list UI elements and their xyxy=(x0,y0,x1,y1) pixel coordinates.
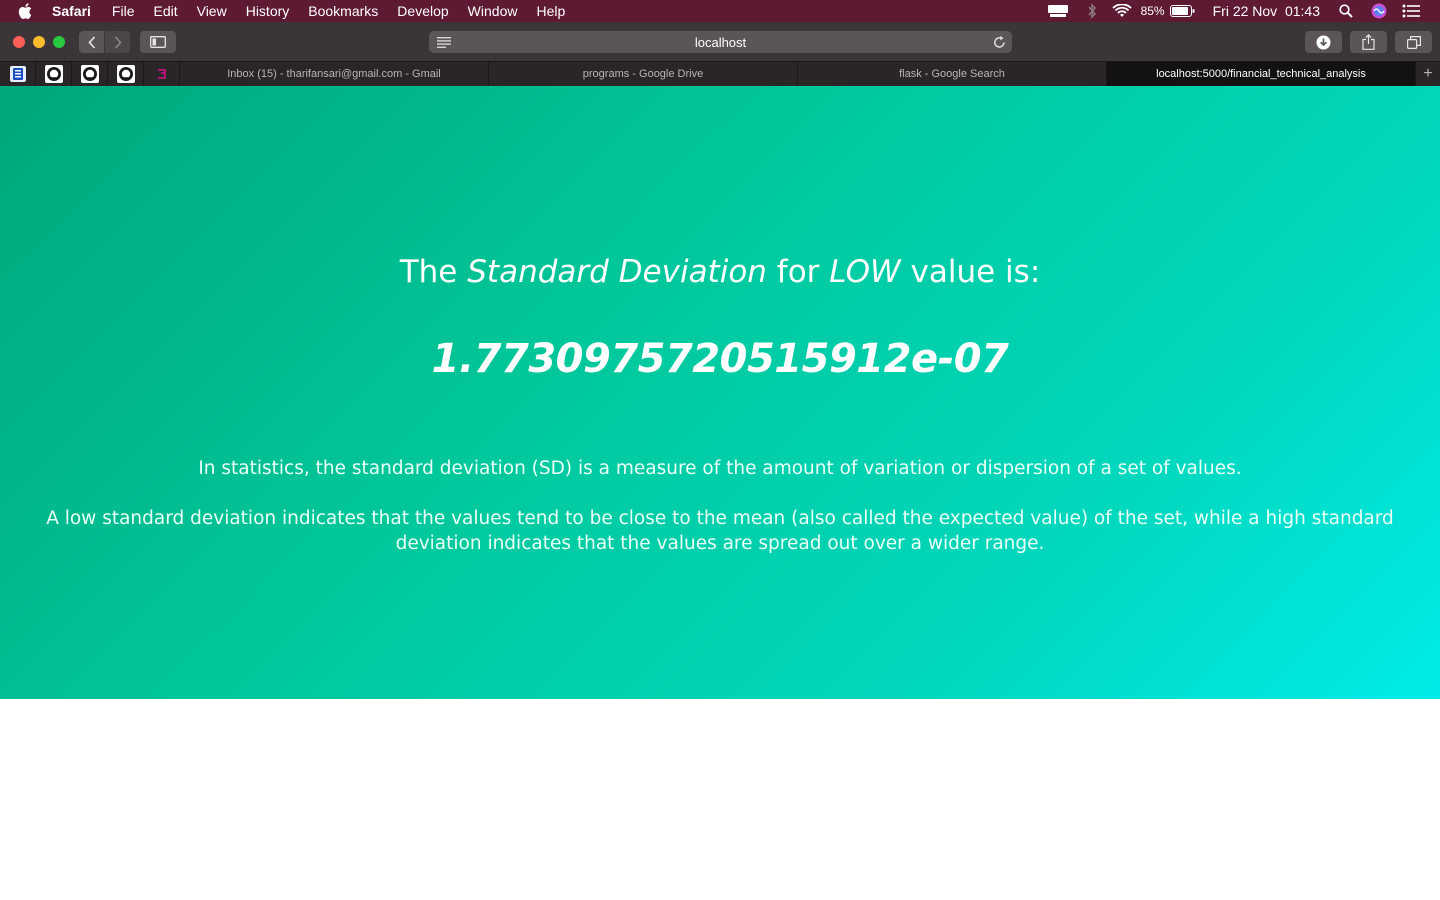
spotlight-search-icon[interactable] xyxy=(1338,0,1354,22)
address-bar[interactable]: localhost xyxy=(429,31,1012,53)
menu-bookmarks[interactable]: Bookmarks xyxy=(308,3,378,19)
sidebar-icon xyxy=(150,36,166,48)
menu-history[interactable]: History xyxy=(246,3,290,19)
bluetooth-icon[interactable] xyxy=(1085,0,1099,22)
battery-icon[interactable] xyxy=(1169,0,1197,22)
site-favicon-icon xyxy=(9,66,26,82)
tab-overview-icon xyxy=(1406,35,1421,49)
tab-label: programs - Google Drive xyxy=(582,68,704,80)
standard-deviation-value: 1.7730975720515912e-07 xyxy=(431,336,1009,382)
address-text: localhost xyxy=(694,34,747,50)
heading-text: value is: xyxy=(900,254,1041,290)
share-icon xyxy=(1362,34,1375,50)
siri-icon[interactable] xyxy=(1370,0,1388,22)
downloads-button[interactable] xyxy=(1305,31,1342,53)
pinned-tab-1[interactable] xyxy=(0,62,36,86)
pinned-tab-github-2[interactable] xyxy=(72,62,108,86)
reader-view-icon[interactable] xyxy=(437,36,451,51)
tab-overview-button[interactable] xyxy=(1395,31,1432,53)
browser-toolbar: localhost xyxy=(0,22,1440,61)
description-paragraph-1: In statistics, the standard deviation (S… xyxy=(198,458,1242,479)
chevron-left-icon xyxy=(87,35,95,49)
tab-google-search[interactable]: flask - Google Search xyxy=(798,62,1107,86)
tab-label: Inbox (15) - tharifansari@gmail.com - Gm… xyxy=(227,68,441,80)
github-icon xyxy=(44,65,63,83)
menu-view[interactable]: View xyxy=(197,3,227,19)
tab-localhost[interactable]: localhost:5000/financial_technical_analy… xyxy=(1107,62,1416,86)
page-heading: The Standard Deviation for LOW value is: xyxy=(0,254,1440,290)
back-button[interactable] xyxy=(79,31,104,53)
heading-text: for xyxy=(766,254,830,290)
tab-bar: Inbox (15) - tharifansari@gmail.com - Gm… xyxy=(0,61,1440,86)
hero-section: The Standard Deviation for LOW value is:… xyxy=(0,86,1440,699)
wifi-icon[interactable] xyxy=(1111,0,1133,22)
menu-file[interactable]: File xyxy=(112,3,135,19)
heading-emphasis-low: LOW xyxy=(829,254,901,290)
tab-label: localhost:5000/financial_technical_analy… xyxy=(1156,68,1366,80)
description-paragraph-2: A low standard deviation indicates that … xyxy=(46,508,1394,554)
pinned-tab-github-1[interactable] xyxy=(36,62,72,86)
download-icon xyxy=(1316,35,1331,49)
pinned-tab-github-3[interactable] xyxy=(108,62,144,86)
apple-icon[interactable] xyxy=(18,3,38,19)
menu-bar: Safari File Edit View History Bookmarks … xyxy=(0,0,1440,22)
menu-develop[interactable]: Develop xyxy=(397,3,448,19)
heading-text: The xyxy=(399,254,468,290)
share-button[interactable] xyxy=(1350,31,1387,53)
battery-percent: 85% xyxy=(1140,4,1165,18)
pinned-tab-5[interactable] xyxy=(144,62,180,86)
menu-window[interactable]: Window xyxy=(468,3,518,19)
forward-button[interactable] xyxy=(105,31,130,53)
heading-emphasis-sd: Standard Deviation xyxy=(467,254,767,290)
site-favicon-icon xyxy=(157,69,166,79)
tab-label: flask - Google Search xyxy=(899,68,1005,80)
tab-gmail[interactable]: Inbox (15) - tharifansari@gmail.com - Gm… xyxy=(180,62,489,86)
menu-app-safari[interactable]: Safari xyxy=(52,3,91,19)
github-icon xyxy=(116,65,135,83)
github-icon xyxy=(80,65,99,83)
web-page: The Standard Deviation for LOW value is:… xyxy=(0,86,1440,899)
menu-help[interactable]: Help xyxy=(536,3,565,19)
display-icon[interactable] xyxy=(1045,0,1071,22)
close-window-button[interactable] xyxy=(13,36,25,48)
reload-icon[interactable] xyxy=(993,35,1006,52)
new-tab-button[interactable]: + xyxy=(1416,62,1440,86)
tab-google-drive[interactable]: programs - Google Drive xyxy=(489,62,798,86)
fullscreen-window-button[interactable] xyxy=(53,36,65,48)
notification-center-icon[interactable] xyxy=(1400,0,1422,22)
menu-edit[interactable]: Edit xyxy=(153,3,177,19)
minimize-window-button[interactable] xyxy=(33,36,45,48)
chevron-right-icon xyxy=(114,35,122,49)
sidebar-toggle-button[interactable] xyxy=(140,31,176,53)
clock[interactable]: Fri 22 Nov 01:43 xyxy=(1213,0,1320,22)
